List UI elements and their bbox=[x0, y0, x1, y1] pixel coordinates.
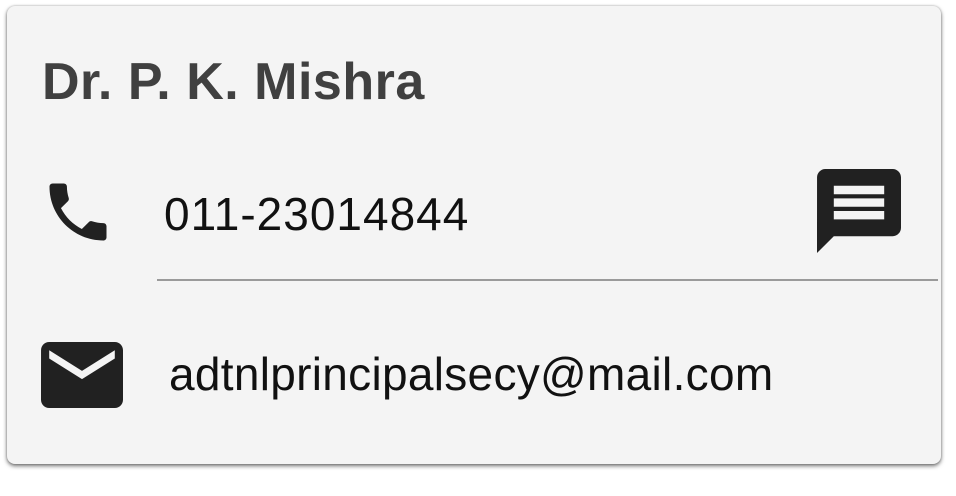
message-icon[interactable] bbox=[817, 168, 901, 254]
phone-icon bbox=[49, 183, 107, 241]
contact-name: Dr. P. K. Mishra bbox=[42, 53, 425, 111]
contact-card: Dr. P. K. Mishra 011-23014844 adtnlprinc… bbox=[7, 6, 941, 464]
email-icon bbox=[41, 342, 123, 408]
phone-number[interactable]: 011-23014844 bbox=[164, 187, 469, 241]
email-address[interactable]: adtnlprincipalsecy@mail.com bbox=[169, 347, 773, 401]
phone-row[interactable] bbox=[7, 156, 941, 276]
row-divider bbox=[157, 279, 938, 281]
